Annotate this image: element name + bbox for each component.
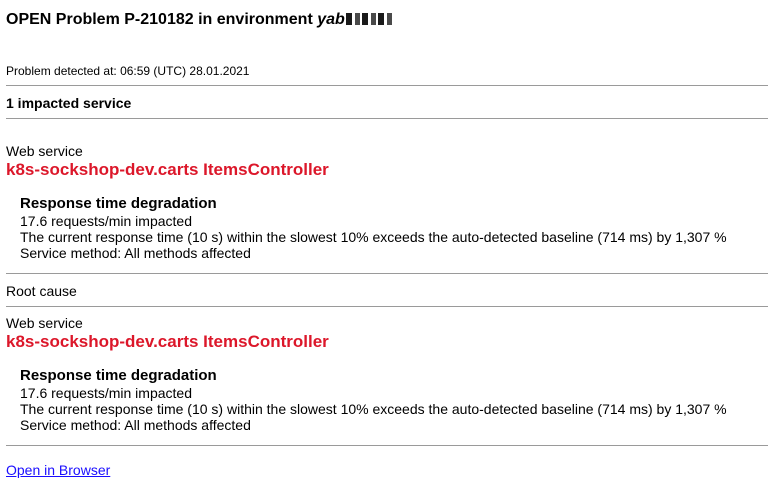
problem-title: OPEN Problem P-210182 in environment yab (6, 10, 394, 30)
redacted-environment-block (345, 13, 394, 25)
impacted-count: 1 impacted service (6, 95, 132, 111)
event-description: The current response time (10 s) within … (20, 401, 727, 417)
divider (6, 273, 768, 274)
divider (6, 118, 768, 119)
event-description: The current response time (10 s) within … (20, 229, 727, 245)
event-method: Service method: All methods affected (20, 245, 251, 261)
impacted-event: Response time degradation 17.6 requests/… (20, 195, 727, 261)
root-cause-label: Root cause (6, 283, 77, 299)
environment-name: yab (317, 11, 345, 28)
root-cause-service-type: Web service (6, 315, 83, 331)
event-requests: 17.6 requests/min impacted (20, 385, 192, 401)
event-title: Response time degradation (20, 367, 217, 384)
impacted-service-name: k8s-sockshop-dev.carts ItemsController (6, 160, 329, 179)
event-title: Response time degradation (20, 195, 217, 212)
detected-time: Problem detected at: 06:59 (UTC) 28.01.2… (6, 64, 250, 78)
root-cause-service-name: k8s-sockshop-dev.carts ItemsController (6, 332, 329, 351)
divider (6, 306, 768, 307)
divider (6, 85, 768, 86)
event-requests: 17.6 requests/min impacted (20, 213, 192, 229)
open-in-browser-link[interactable]: Open in Browser (6, 462, 110, 478)
impacted-service-type: Web service (6, 143, 83, 159)
root-cause-event: Response time degradation 17.6 requests/… (20, 367, 727, 433)
event-method: Service method: All methods affected (20, 417, 251, 433)
divider (6, 445, 768, 446)
problem-title-text: OPEN Problem P-210182 in environment (6, 11, 318, 28)
